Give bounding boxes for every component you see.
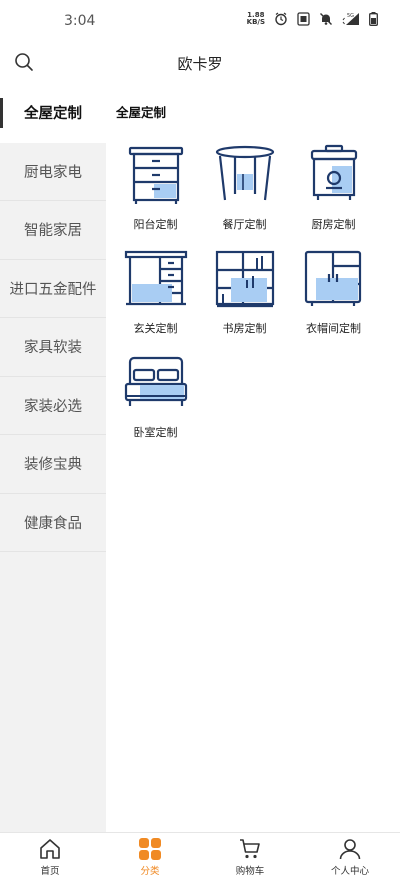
nfc-icon xyxy=(297,12,310,26)
nav-profile[interactable]: 个人中心 xyxy=(300,833,400,879)
dining-table-icon xyxy=(215,145,274,201)
sidebar-item-health-food[interactable]: 健康食品 xyxy=(0,494,106,552)
status-icons: 1.88 KB/S 5G xyxy=(247,12,378,26)
header: 欧卡罗 xyxy=(0,42,400,84)
category-content: 全屋定制 阳台定制 餐厅定制 厨房定制 玄关定制 书房定制 衣帽间定制 卧室定制 xyxy=(106,84,400,832)
sidebar-item-renovation-guide[interactable]: 装修宝典 xyxy=(0,435,106,494)
battery-icon xyxy=(369,12,378,26)
sidebar-item-kitchen-appliances[interactable]: 厨电家电 xyxy=(0,143,106,201)
mute-icon xyxy=(320,13,332,25)
category-bedroom[interactable]: 卧室定制 xyxy=(112,352,199,444)
category-entryway[interactable]: 玄关定制 xyxy=(112,248,199,340)
wardrobe-icon xyxy=(304,250,361,306)
sidebar-item-furniture[interactable]: 家具软装 xyxy=(0,318,106,377)
category-label: 餐厅定制 xyxy=(222,218,267,231)
nav-label: 个人中心 xyxy=(330,866,369,877)
category-label: 衣帽间定制 xyxy=(306,322,361,335)
bed-icon xyxy=(124,356,187,406)
balcony-cabinet-icon xyxy=(128,146,183,204)
category-grid: 阳台定制 餐厅定制 厨房定制 玄关定制 书房定制 衣帽间定制 卧室定制 xyxy=(106,144,400,444)
user-icon xyxy=(339,839,361,860)
bookshelf-icon xyxy=(215,250,274,308)
network-speed: 1.88 KB/S xyxy=(246,11,265,26)
signal-5g-icon: 5G xyxy=(342,13,359,25)
nav-cart[interactable]: 购物车 xyxy=(200,833,300,879)
category-label: 书房定制 xyxy=(222,322,267,335)
category-label: 玄关定制 xyxy=(133,322,178,335)
category-dining[interactable]: 餐厅定制 xyxy=(201,144,288,236)
category-kitchen[interactable]: 厨房定制 xyxy=(290,144,377,236)
nav-home[interactable]: 首页 xyxy=(0,833,100,879)
category-balcony[interactable]: 阳台定制 xyxy=(112,144,199,236)
category-study[interactable]: 书房定制 xyxy=(201,248,288,340)
svg-text:5G: 5G xyxy=(347,13,354,19)
status-time: 3:04 xyxy=(64,13,96,29)
home-icon xyxy=(40,839,60,859)
nav-label: 分类 xyxy=(140,866,160,877)
sidebar-item-whole-house[interactable]: 全屋定制 xyxy=(0,84,106,143)
sidebar-item-smart-home[interactable]: 智能家居 xyxy=(0,201,106,260)
section-title: 全屋定制 xyxy=(116,105,167,120)
category-icon xyxy=(139,838,161,860)
sidebar-item-essentials[interactable]: 家装必选 xyxy=(0,377,106,435)
status-bar: 3:04 1.88 KB/S 5G xyxy=(0,0,400,42)
sidebar-item-imported-hardware[interactable]: 进口五金配件 xyxy=(0,260,106,318)
alarm-icon xyxy=(275,12,287,26)
bottom-nav: 首页 分类 购物车 个人中心 xyxy=(0,832,400,879)
page-title: 欧卡罗 xyxy=(177,55,223,73)
category-wardrobe[interactable]: 衣帽间定制 xyxy=(290,248,377,340)
category-label: 阳台定制 xyxy=(133,218,178,231)
category-label: 厨房定制 xyxy=(311,218,356,231)
category-sidebar: 全屋定制 厨电家电 智能家居 进口五金配件 家具软装 家装必选 装修宝典 健康食… xyxy=(0,84,106,832)
category-label: 卧室定制 xyxy=(133,426,178,439)
nav-label: 购物车 xyxy=(235,866,265,877)
entryway-cabinet-icon xyxy=(124,250,187,306)
cart-icon xyxy=(240,839,260,859)
nav-category[interactable]: 分类 xyxy=(100,833,200,879)
nav-label: 首页 xyxy=(40,866,60,877)
kitchen-rice-cooker-icon xyxy=(310,144,357,200)
